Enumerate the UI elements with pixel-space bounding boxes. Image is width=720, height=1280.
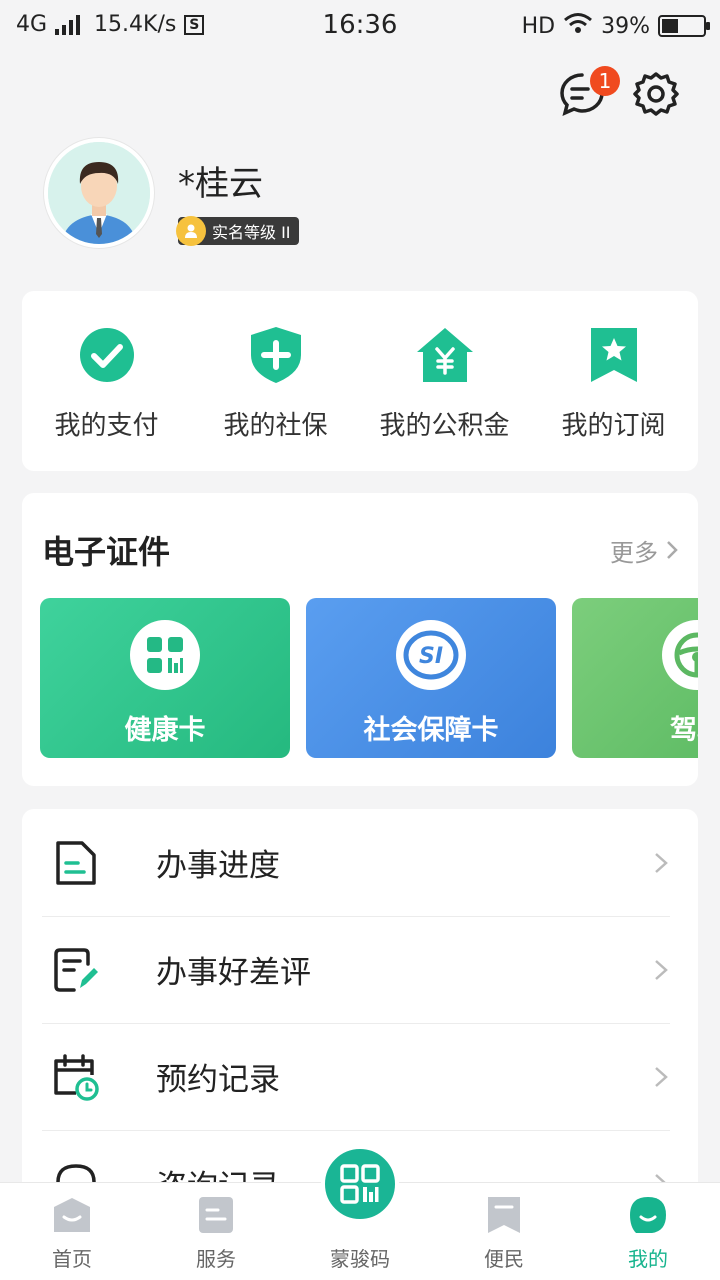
message-button[interactable]: 1 — [558, 66, 620, 118]
settings-button[interactable] — [632, 70, 680, 118]
verify-level-label: 实名等级 II — [212, 223, 291, 242]
menu-label: 预约记录 — [156, 1062, 280, 1098]
verify-level-tag[interactable]: 实名等级 II — [176, 216, 299, 246]
convenience-icon — [488, 1197, 520, 1233]
steering-wheel-icon — [662, 620, 698, 690]
quick-action-social-security[interactable]: 我的社保 — [191, 291, 360, 471]
bookmark-star-icon — [590, 328, 637, 382]
nav-mengjun-code[interactable]: 蒙骏码 — [288, 1145, 432, 1280]
driving-license-card[interactable]: 驾驶 — [572, 598, 698, 758]
review-edit-icon — [54, 947, 98, 992]
chevron-right-icon — [655, 1066, 668, 1087]
quick-action-label: 我的社保 — [223, 411, 328, 441]
menu-item-review[interactable]: 办事好差评 — [22, 916, 698, 1023]
quick-action-housing-fund[interactable]: 我的公积金 — [360, 291, 529, 471]
calendar-clock-icon — [54, 1053, 99, 1101]
battery-icon — [658, 15, 710, 37]
home-icon — [54, 1198, 90, 1232]
hd-indicator: HD — [521, 13, 556, 39]
nav-label: 便民 — [484, 1247, 524, 1271]
nav-label: 首页 — [52, 1247, 92, 1271]
quick-action-label: 我的订阅 — [561, 411, 666, 441]
verified-person-icon — [176, 216, 206, 246]
house-yen-icon — [416, 328, 473, 382]
cert-label: 社会保障卡 — [363, 715, 499, 746]
certificates-header: 电子证件 更多 — [42, 527, 678, 573]
menu-label: 办事好差评 — [156, 955, 311, 991]
quick-actions-card: 我的支付 我的社保 我的公积金 我的订阅 — [22, 291, 698, 471]
status-bar: 4G 15.4K/s S 16:36 HD 39% — [0, 0, 720, 52]
nav-mine[interactable]: 我的 — [576, 1183, 720, 1280]
si-logo-icon: SI — [396, 620, 466, 690]
chevron-right-icon — [655, 959, 668, 980]
nav-convenience[interactable]: 便民 — [432, 1183, 576, 1280]
quick-action-label: 我的公积金 — [379, 411, 510, 441]
chevron-right-icon — [667, 541, 678, 559]
certificates-row: 健康卡 SI 社会保障卡 驾驶 — [40, 598, 698, 758]
menu-item-progress[interactable]: 办事进度 — [22, 809, 698, 916]
qr-code-icon — [340, 1164, 380, 1204]
services-icon — [199, 1197, 233, 1233]
health-code-icon — [130, 620, 200, 690]
profile-icon — [630, 1197, 666, 1233]
gear-icon — [633, 72, 679, 116]
status-right: HD 39% — [521, 12, 710, 40]
check-circle-icon — [79, 328, 134, 382]
wifi-icon — [563, 12, 593, 40]
shield-plus-icon — [250, 327, 301, 383]
profile-info: *桂云 实名等级 II — [176, 156, 299, 246]
qr-code-button[interactable] — [321, 1145, 399, 1223]
more-label: 更多 — [610, 538, 658, 567]
chevron-right-icon — [655, 852, 668, 873]
nav-label: 服务 — [196, 1247, 236, 1271]
menu-label: 办事进度 — [156, 848, 280, 884]
user-avatar-icon — [48, 142, 150, 244]
cert-label: 健康卡 — [124, 715, 206, 746]
social-security-card[interactable]: SI 社会保障卡 — [306, 598, 556, 758]
health-card[interactable]: 健康卡 — [40, 598, 290, 758]
certificates-title: 电子证件 — [42, 533, 171, 571]
battery-percent: 39% — [601, 13, 650, 39]
top-actions: 1 — [558, 66, 680, 118]
certificates-card: 电子证件 更多 健康卡 SI 社会保障卡 驾 — [22, 493, 698, 786]
cert-label: 驾驶 — [670, 715, 698, 746]
quick-action-label: 我的支付 — [54, 411, 159, 441]
menu-item-appointments[interactable]: 预约记录 — [22, 1023, 698, 1130]
more-link[interactable]: 更多 — [610, 533, 678, 568]
message-badge: 1 — [590, 66, 620, 96]
nav-label: 我的 — [628, 1247, 668, 1271]
document-icon — [56, 840, 96, 885]
quick-action-subscriptions[interactable]: 我的订阅 — [529, 291, 698, 471]
profile-header[interactable]: *桂云 实名等级 II — [44, 138, 299, 248]
nav-home[interactable]: 首页 — [0, 1183, 144, 1280]
avatar[interactable] — [44, 138, 154, 248]
quick-action-payment[interactable]: 我的支付 — [22, 291, 191, 471]
user-name: *桂云 — [178, 164, 263, 204]
bottom-nav: 首页 服务 蒙骏码 便民 我的 — [0, 1145, 720, 1280]
svg-text:SI: SI — [419, 644, 443, 669]
nav-label: 蒙骏码 — [330, 1247, 390, 1271]
nav-services[interactable]: 服务 — [144, 1183, 288, 1280]
